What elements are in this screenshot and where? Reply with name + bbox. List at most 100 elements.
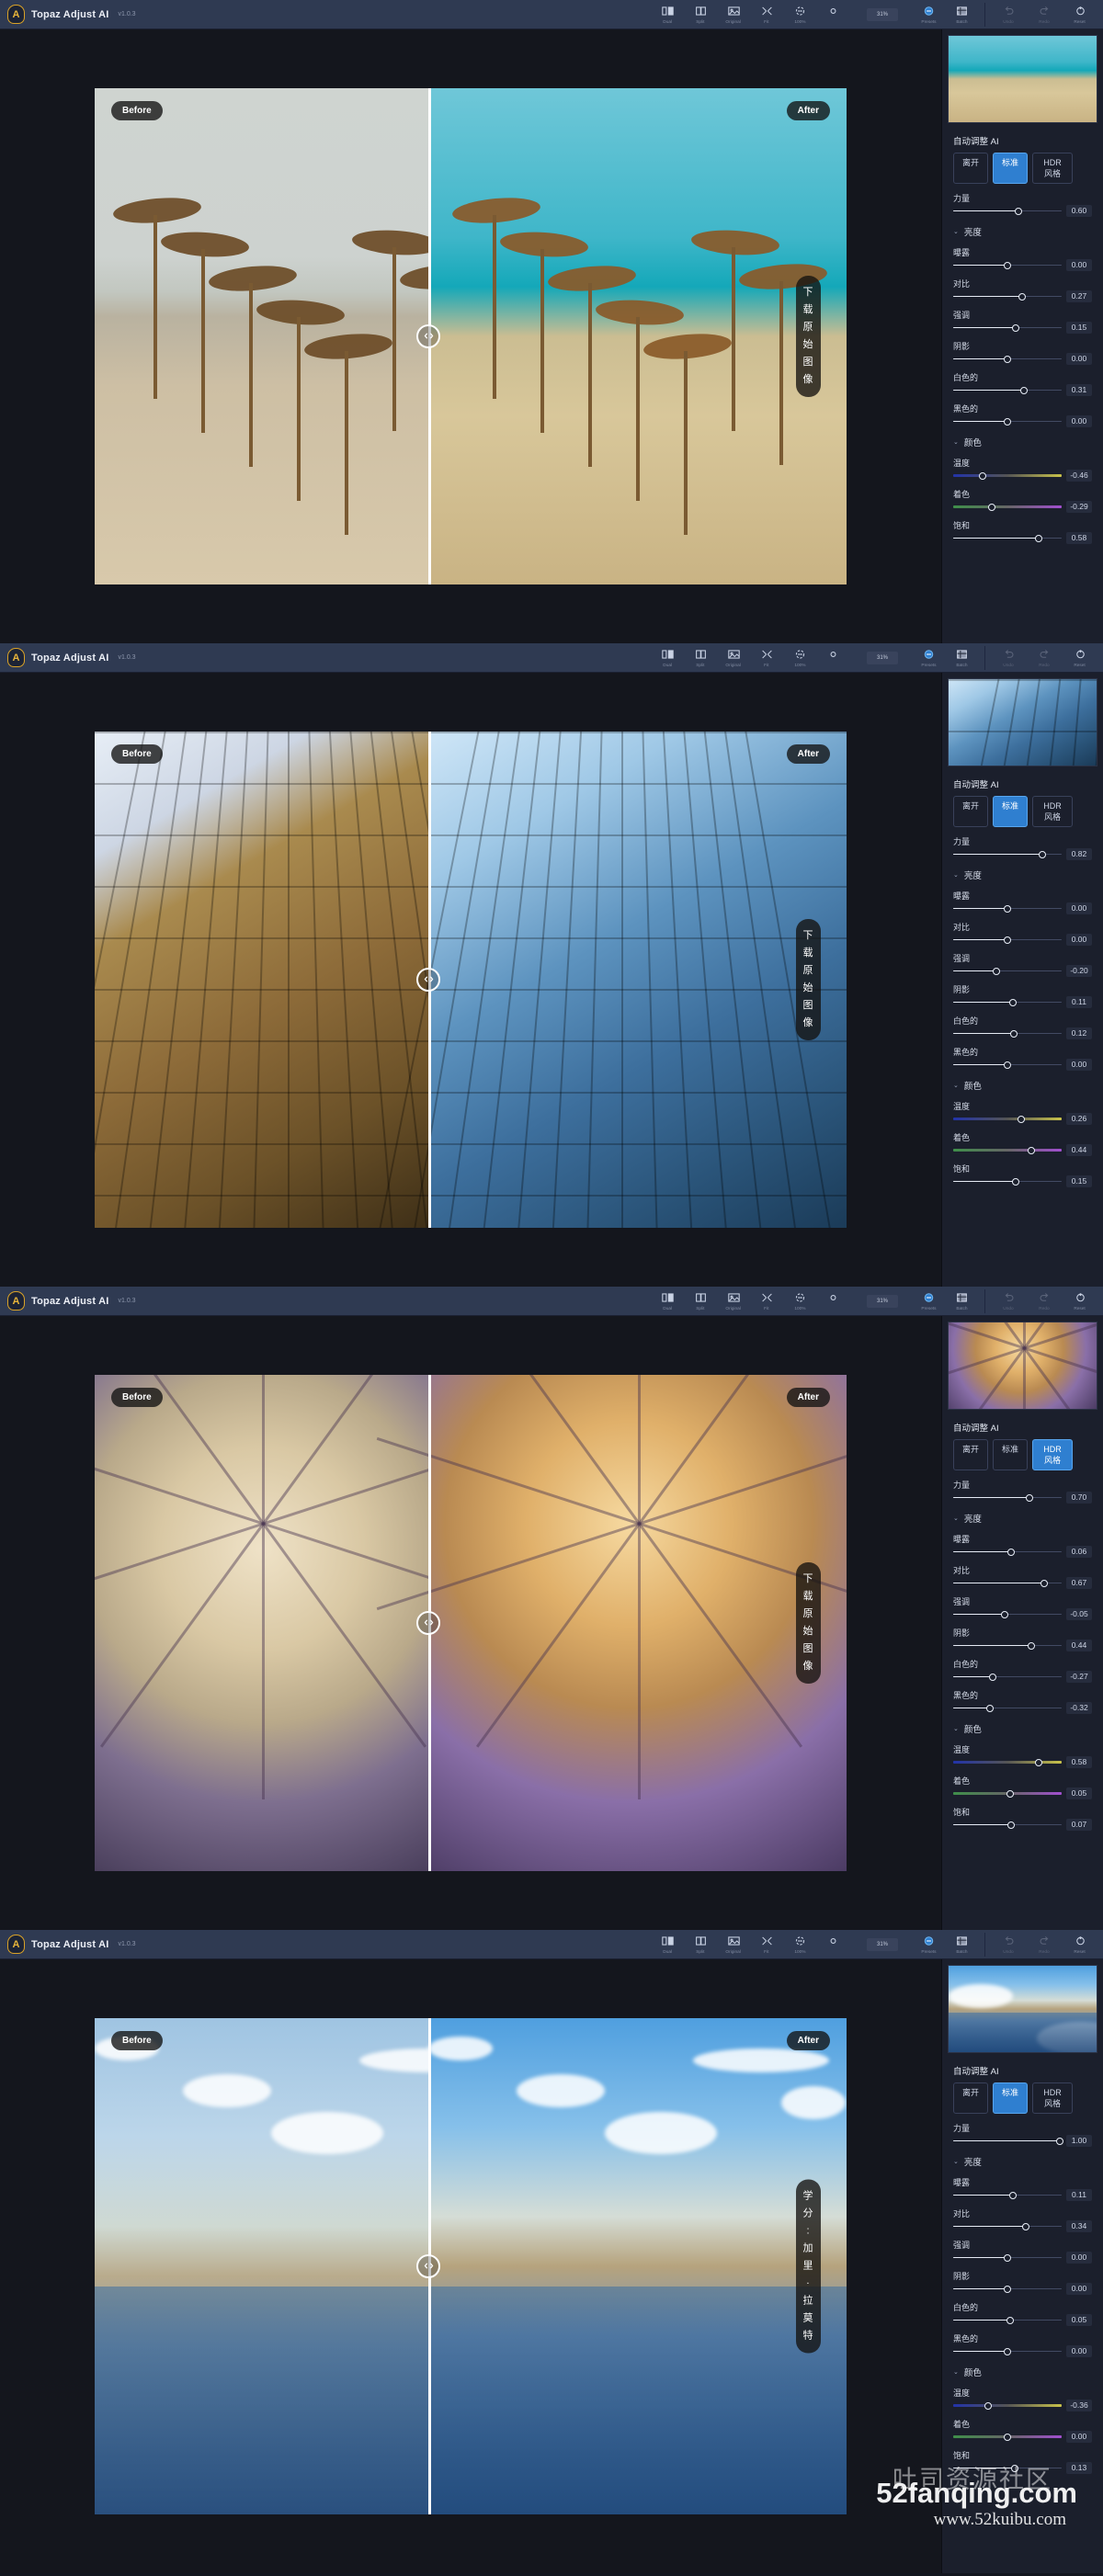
slider-track-panel-louvre-shadows[interactable]	[953, 997, 1062, 1008]
slider-track-panel-dome-whites[interactable]	[953, 1672, 1062, 1683]
slider-knob-panel-dome-whites[interactable]	[989, 1673, 997, 1681]
slider-knob-panel-louvre-highlights[interactable]	[993, 967, 1001, 975]
slider-knob-panel-dome-contrast[interactable]	[1040, 1579, 1048, 1587]
compare-viewer[interactable]: Before After 学分: 加里 · 拉莫特	[95, 2018, 847, 2514]
redo-button[interactable]: Redo	[1032, 1291, 1056, 1311]
fit-view-button[interactable]: Fit	[755, 648, 779, 668]
slider-panel-lake-highlights[interactable]: 强调 0.00	[942, 2232, 1103, 2264]
slider-panel-dome-strength[interactable]: 力量 0.70	[942, 1472, 1103, 1504]
reset-button[interactable]: Reset	[1068, 1935, 1092, 1955]
split-view-button[interactable]: Split	[688, 648, 712, 668]
compare-viewer[interactable]: Before After 下载原始图像	[95, 88, 847, 584]
slider-panel-louvre-strength[interactable]: 力量 0.82	[942, 829, 1103, 860]
slider-knob-panel-lake-temperature[interactable]	[984, 2401, 992, 2410]
slider-knob-panel-beach-shadows[interactable]	[1004, 355, 1011, 363]
zoom-level-display[interactable]: 31%	[867, 1937, 898, 1951]
compare-handle[interactable]	[416, 968, 440, 992]
slider-track-panel-beach-exposure[interactable]	[953, 260, 1062, 271]
hundred-view-button[interactable]: 100%	[788, 648, 812, 668]
navigator-button[interactable]	[821, 1291, 845, 1306]
slider-panel-beach-saturation[interactable]: 饱和 0.58	[942, 513, 1103, 544]
presets-button[interactable]: Presets	[916, 5, 940, 25]
slider-panel-dome-exposure[interactable]: 曝露 0.06	[942, 1526, 1103, 1558]
preview-thumbnail[interactable]	[948, 1965, 1097, 2053]
undo-button[interactable]: Undo	[996, 1291, 1020, 1311]
slider-track-panel-beach-tint[interactable]	[953, 502, 1062, 513]
slider-knob-panel-beach-temperature[interactable]	[978, 471, 986, 480]
slider-panel-louvre-blacks[interactable]: 黑色的 0.00	[942, 1039, 1103, 1071]
undo-button[interactable]: Undo	[996, 5, 1020, 25]
group-brightness[interactable]: ⌄ 亮度	[942, 1504, 1103, 1526]
slider-knob-panel-lake-whites[interactable]	[1006, 2316, 1014, 2324]
reset-button[interactable]: Reset	[1068, 5, 1092, 25]
mode-hdr-button[interactable]: HDR 风格	[1032, 1439, 1074, 1470]
slider-knob-panel-lake-highlights[interactable]	[1004, 2253, 1011, 2262]
slider-track-panel-beach-highlights[interactable]	[953, 323, 1062, 334]
slider-knob-panel-dome-temperature[interactable]	[1035, 1758, 1043, 1766]
redo-button[interactable]: Redo	[1032, 648, 1056, 668]
slider-track-panel-dome-strength[interactable]	[953, 1492, 1062, 1504]
fit-view-button[interactable]: Fit	[755, 5, 779, 25]
undo-button[interactable]: Undo	[996, 648, 1020, 668]
slider-track-panel-beach-shadows[interactable]	[953, 354, 1062, 365]
zoom-level-display[interactable]: 31%	[867, 7, 898, 21]
slider-knob-panel-beach-blacks[interactable]	[1004, 417, 1011, 426]
slider-panel-lake-tint[interactable]: 着色 0.00	[942, 2411, 1103, 2443]
slider-knob-panel-louvre-exposure[interactable]	[1004, 904, 1011, 913]
preview-thumbnail[interactable]	[948, 678, 1097, 766]
slider-knob-panel-dome-highlights[interactable]	[1001, 1610, 1009, 1618]
group-brightness[interactable]: ⌄ 亮度	[942, 2147, 1103, 2170]
group-color[interactable]: ⌄ 颜色	[942, 427, 1103, 450]
slider-knob-panel-dome-strength[interactable]	[1025, 1493, 1033, 1502]
presets-button[interactable]: Presets	[916, 1291, 940, 1311]
slider-panel-lake-whites[interactable]: 白色的 0.05	[942, 2295, 1103, 2326]
slider-panel-louvre-shadows[interactable]: 阴影 0.11	[942, 977, 1103, 1008]
mode-hdr-button[interactable]: HDR 风格	[1032, 2082, 1074, 2114]
slider-track-panel-lake-saturation[interactable]	[953, 2463, 1062, 2474]
slider-track-panel-dome-blacks[interactable]	[953, 1703, 1062, 1714]
slider-panel-louvre-exposure[interactable]: 曝露 0.00	[942, 883, 1103, 914]
slider-panel-beach-strength[interactable]: 力量 0.60	[942, 186, 1103, 217]
hundred-view-button[interactable]: 100%	[788, 5, 812, 25]
reset-button[interactable]: Reset	[1068, 1291, 1092, 1311]
slider-track-panel-louvre-blacks[interactable]	[953, 1060, 1062, 1071]
slider-panel-lake-shadows[interactable]: 阴影 0.00	[942, 2264, 1103, 2295]
slider-track-panel-beach-contrast[interactable]	[953, 291, 1062, 302]
slider-knob-panel-beach-contrast[interactable]	[1018, 292, 1026, 301]
slider-panel-beach-tint[interactable]: 着色 -0.29	[942, 482, 1103, 513]
slider-track-panel-lake-blacks[interactable]	[953, 2346, 1062, 2357]
zoom-level-display[interactable]: 31%	[867, 1294, 898, 1308]
mode-off-button[interactable]: 离开	[953, 1439, 989, 1470]
image-canvas[interactable]: Before After 下载原始图像	[0, 1316, 941, 1930]
slider-track-panel-dome-highlights[interactable]	[953, 1609, 1062, 1620]
slider-panel-dome-blacks[interactable]: 黑色的 -0.32	[942, 1683, 1103, 1714]
slider-knob-panel-beach-tint[interactable]	[987, 503, 995, 511]
slider-knob-panel-louvre-contrast[interactable]	[1004, 936, 1011, 944]
slider-knob-panel-beach-whites[interactable]	[1020, 386, 1029, 394]
slider-track-panel-dome-shadows[interactable]	[953, 1640, 1062, 1651]
slider-panel-beach-exposure[interactable]: 曝露 0.00	[942, 240, 1103, 271]
mode-standard-button[interactable]: 标准	[993, 1439, 1029, 1470]
slider-track-panel-beach-whites[interactable]	[953, 385, 1062, 396]
slider-panel-dome-whites[interactable]: 白色的 -0.27	[942, 1651, 1103, 1683]
mode-hdr-button[interactable]: HDR 风格	[1032, 153, 1074, 184]
original-view-button[interactable]: Original	[722, 1935, 745, 1955]
slider-knob-panel-louvre-tint[interactable]	[1027, 1146, 1035, 1154]
mode-hdr-button[interactable]: HDR 风格	[1032, 796, 1074, 827]
batch-button[interactable]: Batch	[949, 1935, 973, 1955]
hundred-view-button[interactable]: 100%	[788, 1935, 812, 1955]
compare-handle[interactable]	[416, 2254, 440, 2278]
compare-viewer[interactable]: Before After 下载原始图像	[95, 1375, 847, 1871]
slider-track-panel-lake-tint[interactable]	[953, 2432, 1062, 2443]
zoom-level-display[interactable]: 31%	[867, 651, 898, 664]
slider-panel-dome-temperature[interactable]: 温度 0.58	[942, 1737, 1103, 1768]
mode-standard-button[interactable]: 标准	[993, 153, 1029, 184]
batch-button[interactable]: Batch	[949, 648, 973, 668]
slider-knob-panel-louvre-shadows[interactable]	[1009, 998, 1018, 1006]
preview-thumbnail[interactable]	[948, 35, 1097, 123]
slider-panel-lake-strength[interactable]: 力量 1.00	[942, 2116, 1103, 2147]
slider-track-panel-beach-saturation[interactable]	[953, 533, 1062, 544]
compare-viewer[interactable]: Before After 下载原始图像	[95, 732, 847, 1228]
mode-standard-button[interactable]: 标准	[993, 796, 1029, 827]
slider-knob-panel-louvre-temperature[interactable]	[1018, 1115, 1026, 1123]
